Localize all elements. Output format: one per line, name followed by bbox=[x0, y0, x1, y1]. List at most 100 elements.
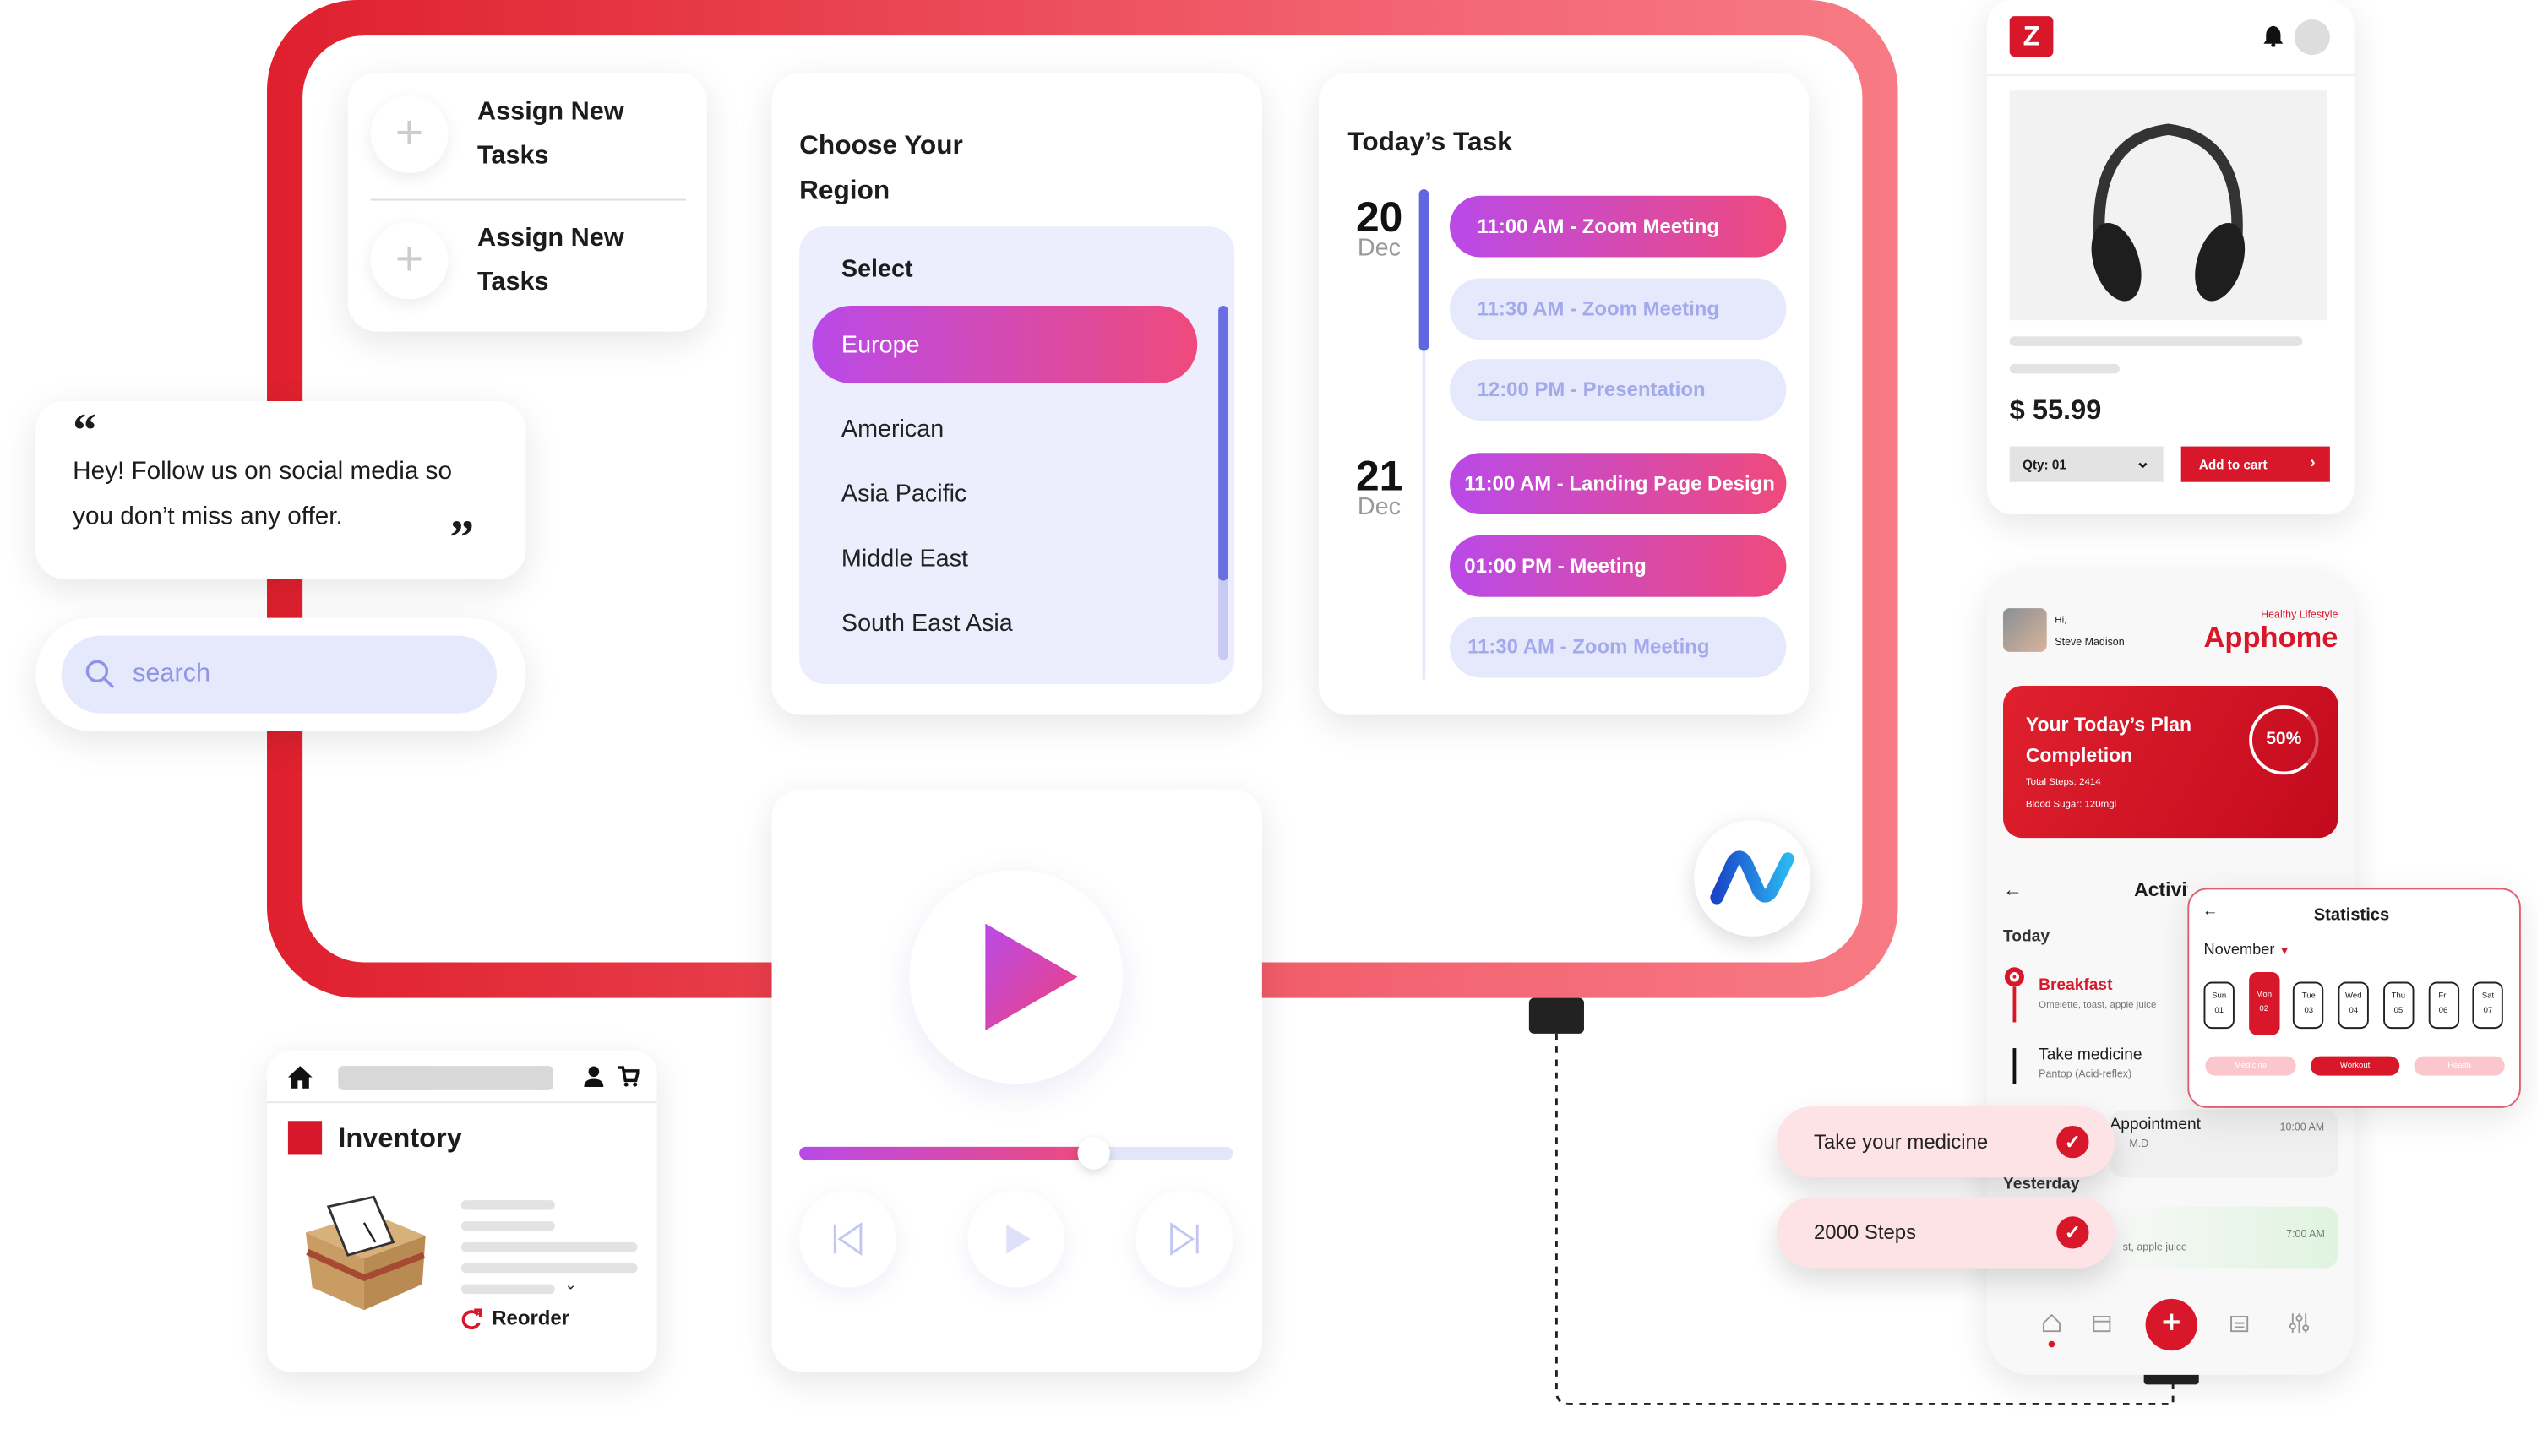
activity-item-title[interactable]: Take medicine bbox=[2039, 1046, 2142, 1064]
bell-icon[interactable] bbox=[2263, 25, 2284, 47]
app-brand: Apphome bbox=[2203, 621, 2338, 654]
reorder-button[interactable]: Reorder bbox=[461, 1307, 569, 1329]
month-select[interactable]: November ▼ bbox=[2204, 942, 2290, 959]
previous-button[interactable] bbox=[799, 1190, 897, 1288]
plan-sugar: Blood Sugar: 120mgl bbox=[2025, 801, 2117, 811]
inventory-title: Inventory bbox=[338, 1122, 462, 1154]
product-card: Z $ 55.99 Qty: 01 ⌄ Add to cart › bbox=[1986, 0, 2355, 515]
add-button[interactable]: + bbox=[2145, 1298, 2197, 1351]
timeline-line bbox=[2012, 1048, 2016, 1084]
home-icon[interactable] bbox=[2042, 1313, 2061, 1333]
statistics-title: Statistics bbox=[2313, 905, 2390, 926]
timeline-line bbox=[2012, 986, 2016, 1023]
progress-fill bbox=[799, 1146, 1095, 1160]
cart-icon[interactable] bbox=[618, 1066, 640, 1087]
activity-item-title[interactable]: Breakfast bbox=[2039, 977, 2112, 995]
user-avatar[interactable] bbox=[2003, 608, 2047, 652]
activity-item-time: 10:00 AM bbox=[2279, 1122, 2325, 1134]
day-mon[interactable]: Mon 02 bbox=[2248, 972, 2279, 1035]
month-value: November bbox=[2203, 941, 2275, 959]
progress-slider[interactable] bbox=[799, 1137, 1233, 1170]
task-item[interactable]: 11:00 AM - Landing Page Design bbox=[1450, 453, 1787, 515]
region-option[interactable]: American bbox=[841, 416, 944, 443]
shop-logo[interactable]: Z bbox=[2009, 16, 2054, 57]
region-card: Choose Your Region Select Europe America… bbox=[771, 73, 1262, 715]
search-input[interactable]: search bbox=[61, 635, 497, 714]
day-fri[interactable]: Fri 06 bbox=[2427, 981, 2459, 1030]
chevron-down-icon: ⌄ bbox=[2135, 453, 2151, 473]
task-item[interactable]: 12:00 PM - Presentation bbox=[1450, 359, 1787, 421]
scrollbar-thumb[interactable] bbox=[1218, 305, 1228, 581]
add-to-cart-label: Add to cart bbox=[2198, 458, 2268, 473]
home-icon[interactable] bbox=[287, 1066, 313, 1089]
play-icon bbox=[985, 923, 1078, 1030]
plan-card[interactable]: Your Today’s Plan Completion Total Steps… bbox=[2003, 686, 2338, 839]
product-price: $ 55.99 bbox=[2009, 394, 2102, 426]
assign-task-button[interactable]: + Assign New Tasks bbox=[348, 73, 707, 196]
day-tue[interactable]: Tue 03 bbox=[2293, 981, 2324, 1030]
task-item[interactable]: 01:00 PM - Meeting bbox=[1450, 535, 1787, 597]
day-number: 01 bbox=[2214, 1006, 2224, 1016]
region-option-selected[interactable]: Europe bbox=[812, 305, 1198, 383]
quantity-select[interactable]: Qty: 01 ⌄ bbox=[2009, 446, 2164, 482]
checklist-icon[interactable] bbox=[2229, 1313, 2249, 1333]
activity-item-sub: - M.D bbox=[2122, 1138, 2149, 1150]
activity-title: Activity bbox=[2134, 877, 2187, 901]
day-wed[interactable]: Wed 04 bbox=[2338, 981, 2370, 1030]
day-sat[interactable]: Sat 07 bbox=[2472, 981, 2504, 1030]
statistics-card: ← Statistics November ▼ Sun 01 Mon 02 Tue 03 W… bbox=[2187, 888, 2521, 1108]
search-placeholder: search bbox=[133, 660, 211, 687]
medicine-reminder[interactable]: Take your medicine ✓ bbox=[1776, 1106, 2115, 1178]
region-option[interactable]: Middle East bbox=[841, 545, 968, 573]
play-icon bbox=[1006, 1224, 1031, 1254]
progress-handle[interactable] bbox=[1077, 1137, 1111, 1170]
quote-text: Hey! Follow us on social media so you do… bbox=[73, 458, 452, 531]
tasks-title: Today’s Task bbox=[1347, 128, 1512, 157]
chevron-down-icon[interactable]: ⌄ bbox=[564, 1276, 576, 1294]
reminder-label: 2000 Steps bbox=[1813, 1220, 1917, 1244]
check-icon: ✓ bbox=[2056, 1125, 2089, 1159]
day-number: 06 bbox=[2438, 1006, 2448, 1016]
back-arrow-icon[interactable]: ← bbox=[2003, 878, 2023, 901]
steps-reminder[interactable]: 2000 Steps ✓ bbox=[1776, 1197, 2115, 1269]
settings-sliders-icon[interactable] bbox=[2288, 1313, 2311, 1334]
play-button[interactable] bbox=[909, 870, 1124, 1084]
search-card: search bbox=[35, 617, 526, 731]
timeline-indicator bbox=[1418, 189, 1429, 351]
tag-medicine[interactable]: Medicine bbox=[2205, 1056, 2296, 1076]
day-sun[interactable]: Sun 01 bbox=[2203, 981, 2235, 1030]
play-small-button[interactable] bbox=[967, 1190, 1065, 1288]
day-name: Sun bbox=[2212, 991, 2227, 1002]
scrollbar[interactable] bbox=[1218, 305, 1228, 660]
back-arrow-icon[interactable]: ← bbox=[2202, 903, 2219, 921]
tag-health[interactable]: Health bbox=[2414, 1056, 2505, 1076]
assign-task-button[interactable]: + Assign New Tasks bbox=[348, 199, 707, 323]
day-thu[interactable]: Thu 05 bbox=[2382, 981, 2415, 1030]
plus-icon: + bbox=[370, 221, 449, 300]
next-button[interactable] bbox=[1135, 1190, 1233, 1288]
title-placeholder bbox=[2009, 363, 2120, 374]
region-dropdown[interactable]: Select Europe American Asia Pacific Midd… bbox=[799, 226, 1235, 685]
tag-workout[interactable]: Workout bbox=[2310, 1056, 2400, 1076]
text-placeholder bbox=[460, 1200, 555, 1210]
task-item[interactable]: 11:30 AM - Zoom Meeting bbox=[1450, 278, 1787, 340]
region-option[interactable]: South East Asia bbox=[841, 610, 1013, 638]
avatar[interactable] bbox=[2294, 19, 2330, 56]
search-bar-placeholder[interactable] bbox=[338, 1066, 553, 1090]
add-to-cart-button[interactable]: Add to cart › bbox=[2180, 446, 2330, 482]
product-image bbox=[2009, 90, 2327, 321]
active-indicator bbox=[2048, 1340, 2055, 1348]
headphones-image bbox=[2091, 123, 2246, 302]
task-item[interactable]: 11:30 AM - Zoom Meeting bbox=[1450, 616, 1787, 678]
activity-item-title: Appointment bbox=[2110, 1116, 2201, 1134]
today-label: Today bbox=[2003, 928, 2050, 947]
yesterday-label: Yesterday bbox=[2003, 1176, 2080, 1194]
day-name: Thu bbox=[2391, 991, 2406, 1002]
task-item[interactable]: 11:00 AM - Zoom Meeting bbox=[1450, 195, 1787, 258]
calendar-icon[interactable] bbox=[2092, 1313, 2111, 1333]
title-placeholder bbox=[2009, 336, 2303, 346]
region-option[interactable]: Asia Pacific bbox=[841, 481, 966, 508]
user-icon[interactable] bbox=[584, 1066, 604, 1088]
previous-icon bbox=[833, 1222, 863, 1257]
plan-progress-ring: 50% bbox=[2249, 705, 2319, 775]
